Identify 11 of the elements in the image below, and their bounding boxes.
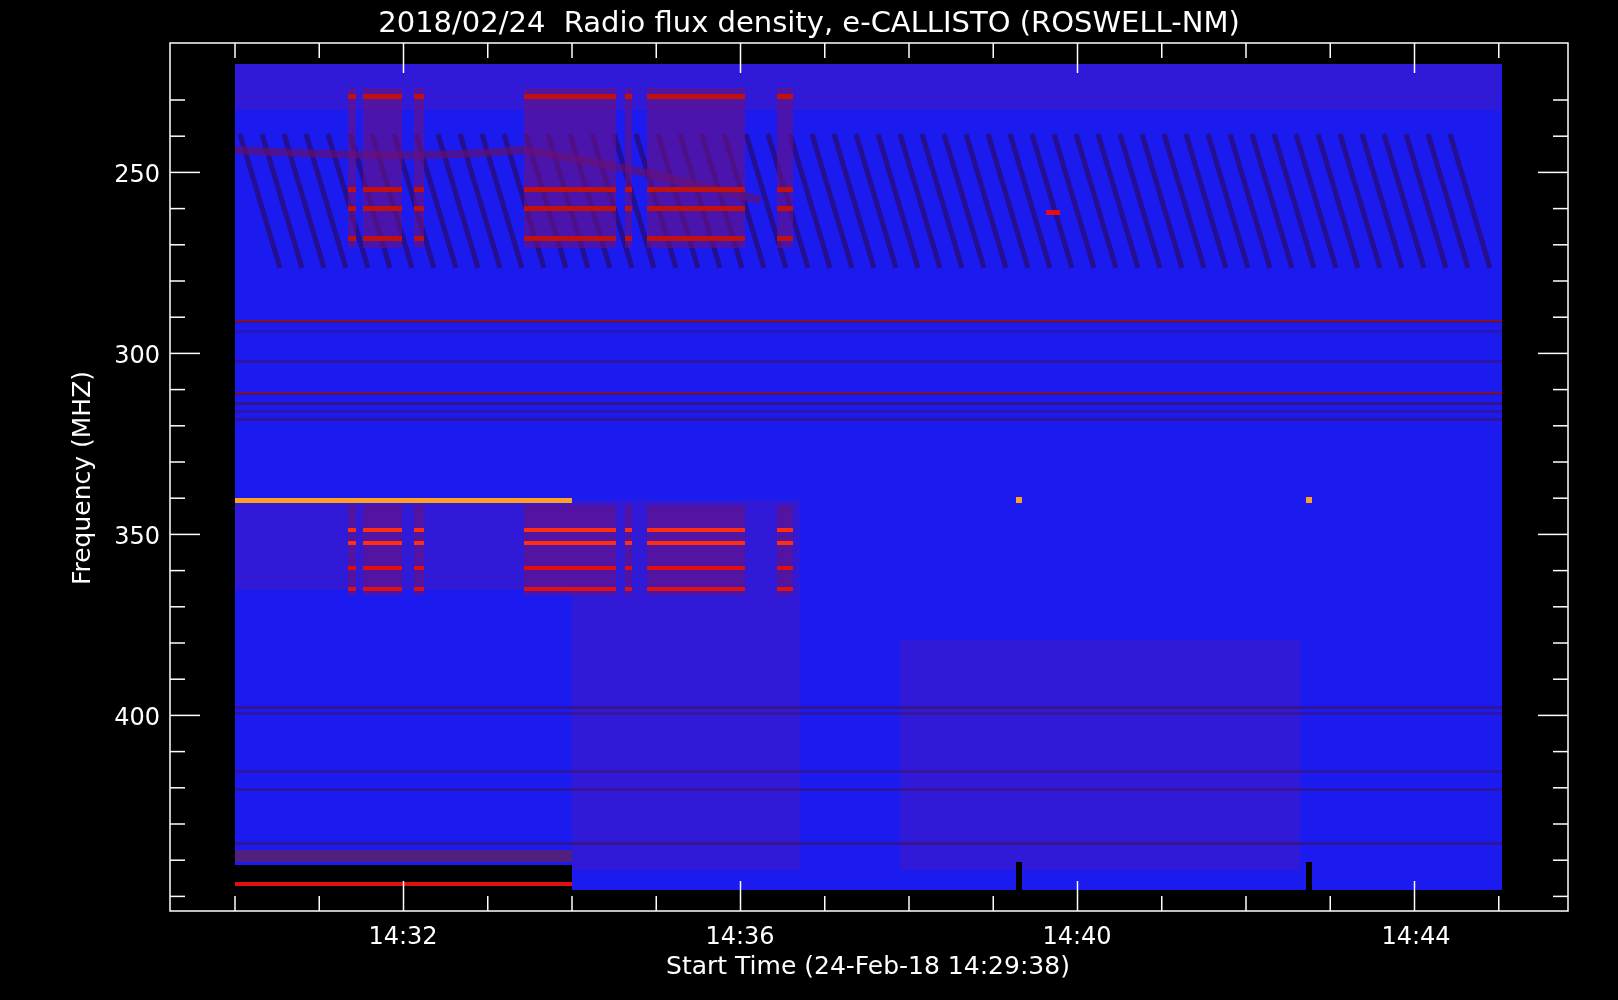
y-tick-label: 300 [114, 341, 160, 369]
y-tick-label: 350 [114, 522, 160, 550]
x-tick-label: 14:36 [705, 922, 775, 950]
x-tick-label: 14:44 [1381, 922, 1451, 950]
x-tick-label: 14:40 [1042, 922, 1112, 950]
chart-title: 2018/02/24 Radio flux density, e-CALLISTO (ROSWELL-NM) [378, 5, 1240, 39]
y-tick-label: 400 [114, 703, 160, 731]
x-tick-label: 14:32 [368, 922, 438, 950]
y-axis-label: Frequency (MHZ) [67, 370, 96, 586]
y-tick-label: 250 [114, 160, 160, 188]
x-axis-label: Start Time (24-Feb-18 14:29:38) [666, 951, 1070, 980]
